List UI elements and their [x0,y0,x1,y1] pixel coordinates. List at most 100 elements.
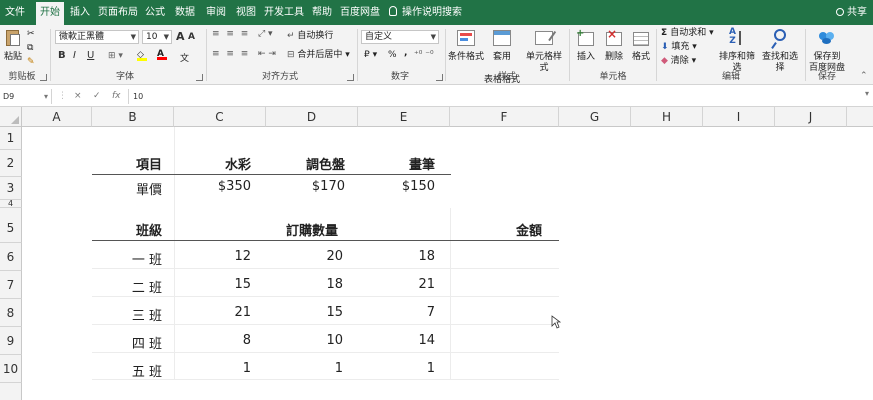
clipboard-launcher[interactable] [40,74,47,81]
row-header-8[interactable]: 8 [0,299,22,327]
order-class[interactable]: 三 班 [92,305,162,324]
order-qty[interactable]: 1 [174,361,251,376]
cancel-icon[interactable]: × [74,89,82,104]
row-header-3[interactable]: 3 [0,177,22,200]
tab-view[interactable]: 视图 [233,0,259,25]
tab-developer[interactable]: 开发工具 [264,0,304,25]
borders-icon[interactable]: ⊞ ▾ [108,51,123,61]
enter-icon[interactable]: ✓ [93,89,101,104]
merge-center-button[interactable]: ⊟ 合并后居中 ▾ [287,48,350,62]
save-baidu-button[interactable]: 保存到 百度网盘 [808,28,846,73]
order-class[interactable]: 五 班 [92,361,162,380]
tab-formulas[interactable]: 公式 [142,0,168,25]
insert-cells-button[interactable]: + 插入 [572,28,600,72]
tab-insert[interactable]: 插入 [66,0,94,25]
number-launcher[interactable] [436,74,443,81]
currency-icon[interactable]: ₽ ▾ [364,50,377,60]
select-all-corner[interactable] [0,107,22,127]
grow-font-icon[interactable]: A [176,30,185,43]
row-header-10[interactable]: 10 [0,355,22,383]
clear-button[interactable]: ◆ 清除 ▾ [661,54,696,68]
price-item-2[interactable]: 調色盤 [266,154,345,173]
delete-cells-button[interactable]: × 删除 [600,28,628,72]
phonetic-icon[interactable]: 文 [180,51,189,64]
row-header-5[interactable]: 5 [0,208,22,243]
price-value-2[interactable]: $170 [266,179,345,194]
comma-button[interactable]: , [404,48,407,58]
order-qty[interactable]: 7 [358,305,435,320]
row-header-1[interactable]: 1 [0,127,22,150]
cut-icon[interactable]: ✂ [27,29,35,39]
orders-amount-header[interactable]: 金額 [450,220,542,239]
font-name-select[interactable]: 微軟正黑體 ▼ [55,30,139,44]
price-item-3[interactable]: 畫筆 [358,154,435,173]
price-item-1[interactable]: 水彩 [174,154,251,173]
horizontal-align-icons[interactable]: ≡ ≡ ≡ [212,49,250,59]
order-qty[interactable]: 20 [266,249,343,264]
format-as-table-button[interactable]: 套用 [484,28,520,72]
alignment-launcher[interactable] [347,74,354,81]
order-qty[interactable]: 10 [266,333,343,348]
row-header-9[interactable]: 9 [0,327,22,355]
col-header-e[interactable]: E [358,107,450,127]
vertical-align-icons[interactable]: ≡ ≡ ≡ [212,29,250,39]
order-qty[interactable]: 21 [358,277,435,292]
tab-baidu-netdisk[interactable]: 百度网盘 [340,0,380,25]
col-header-c[interactable]: C [174,107,266,127]
col-header-h[interactable]: H [631,107,703,127]
font-size-select[interactable]: 10 ▼ [142,30,172,44]
col-header-a[interactable]: A [22,107,92,127]
italic-button[interactable]: I [73,50,76,61]
col-header-g[interactable]: G [559,107,631,127]
row-header-7[interactable]: 7 [0,271,22,299]
tab-data[interactable]: 数据 [172,0,198,25]
tab-review[interactable]: 审阅 [203,0,229,25]
row-header-4[interactable]: 4 [0,200,22,208]
row-header-6[interactable]: 6 [0,243,22,271]
copy-icon[interactable]: ⧉ [27,43,33,53]
formula-input[interactable]: 10 [133,89,143,104]
tab-help[interactable]: 帮助 [309,0,335,25]
conditional-format-button[interactable]: 条件格式 [448,28,484,72]
row-header-2[interactable]: 2 [0,150,22,177]
order-qty[interactable]: 15 [174,277,251,292]
price-header-label[interactable]: 項目 [92,154,162,173]
find-select-button[interactable]: 查找和选择 [758,28,802,73]
order-qty[interactable]: 1 [266,361,343,376]
format-painter-icon[interactable]: ✎ [27,57,35,67]
sort-filter-button[interactable]: AZ 排序和筛选 [716,28,758,74]
cell-styles-button[interactable]: 单元格样式 [522,25,566,73]
order-qty[interactable]: 21 [174,305,251,320]
row-header-11[interactable] [0,383,22,400]
wrap-text-button[interactable]: ↵ 自动换行 [287,29,333,43]
col-header-i[interactable]: I [703,107,775,127]
tab-file[interactable]: 文件 [0,0,30,25]
number-format-select[interactable]: 自定义 ▼ [361,30,439,44]
order-class[interactable]: 四 班 [92,333,162,352]
orders-qty-header[interactable]: 訂購數量 [174,220,450,239]
fill-button[interactable]: ⬇ 填充 ▾ [661,40,697,54]
price-value-1[interactable]: $350 [174,179,251,194]
price-row-label[interactable]: 單價 [92,179,162,198]
orders-class-header[interactable]: 班級 [92,220,162,239]
percent-button[interactable]: % [388,50,397,60]
collapse-ribbon-icon[interactable]: ⌃ [860,71,868,81]
col-header-b[interactable]: B [92,107,174,127]
autosum-button[interactable]: Σ 自动求和 ▾ [661,26,714,40]
tab-home[interactable]: 开始 [36,2,64,25]
expand-formula-icon[interactable]: ▾ [865,89,869,98]
font-launcher[interactable] [196,74,203,81]
col-header-d[interactable]: D [266,107,358,127]
tab-page-layout[interactable]: 页面布局 [98,0,138,25]
orientation-icon[interactable]: ⤢ ▾ [258,29,273,39]
tell-me-search[interactable]: 操作说明搜索 [389,0,462,25]
decimal-icons[interactable]: ⁺⁰ ⁻⁰ [414,50,434,60]
col-header-f[interactable]: F [450,107,559,127]
col-header-k[interactable] [847,107,873,127]
order-class[interactable]: 二 班 [92,277,162,296]
order-qty[interactable]: 12 [174,249,251,264]
order-qty[interactable]: 1 [358,361,435,376]
price-value-3[interactable]: $150 [358,179,435,194]
bold-button[interactable]: B [58,50,66,61]
col-header-j[interactable]: J [775,107,847,127]
